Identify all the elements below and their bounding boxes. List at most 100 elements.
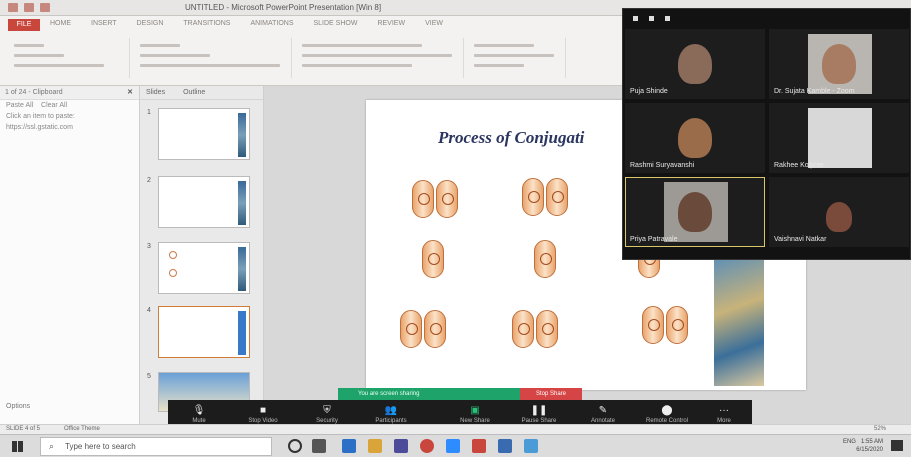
- app-icon[interactable]: [524, 439, 538, 453]
- clipboard-hint: Click an item to paste:: [6, 113, 75, 120]
- options-button[interactable]: Options: [6, 403, 30, 410]
- clipboard-actions: Paste All Clear All: [0, 100, 139, 111]
- slide-title[interactable]: Process of Conjugati: [438, 128, 584, 148]
- conjugation-cell-image: [512, 310, 534, 348]
- participant-name: Puja Shinde: [630, 88, 668, 95]
- minimize-icon[interactable]: [633, 16, 638, 21]
- tab-outline[interactable]: Outline: [183, 89, 205, 96]
- undo-icon[interactable]: [24, 3, 34, 12]
- redo-icon[interactable]: [40, 3, 50, 12]
- zoom-level[interactable]: 52%: [874, 426, 886, 432]
- tab-view[interactable]: VIEW: [425, 20, 443, 27]
- tab-design[interactable]: DESIGN: [137, 20, 164, 27]
- participants-icon: 👥: [384, 405, 398, 416]
- tab-slides[interactable]: Slides: [146, 89, 165, 96]
- save-icon[interactable]: [8, 3, 18, 12]
- slide-thumbnail-selected[interactable]: 4: [147, 306, 250, 358]
- close-icon[interactable]: ✕: [127, 88, 133, 96]
- tab-insert[interactable]: INSERT: [91, 20, 117, 27]
- tab-home[interactable]: HOME: [50, 20, 71, 27]
- clipboard-header: 1 of 24 - Clipboard ✕: [0, 86, 139, 100]
- window-title: UNTITLED - Microsoft PowerPoint Presenta…: [185, 3, 382, 12]
- search-placeholder: Type here to search: [65, 442, 136, 451]
- participant-tile[interactable]: Rakhee Kolpote: [769, 103, 909, 173]
- slide-thumbnail[interactable]: 2: [147, 176, 250, 228]
- participant-name: Rakhee Kolpote: [774, 162, 824, 169]
- conjugation-cell-image: [400, 310, 422, 348]
- clock-date: 6/15/2020: [856, 447, 883, 453]
- participant-video: [678, 44, 712, 84]
- slide-side-image: [714, 256, 764, 386]
- theme-name: Office Theme: [64, 426, 100, 432]
- participant-video: [678, 118, 712, 158]
- zoom-window-controls: [623, 9, 911, 29]
- participant-tile[interactable]: Dr. Sujata Kamble - Zoom: [769, 29, 909, 99]
- shield-icon: ⛨: [323, 405, 331, 416]
- slide-number: 3: [147, 243, 151, 250]
- clipboard-title: 1 of 24 - Clipboard: [5, 89, 63, 96]
- participant-video: [678, 192, 712, 232]
- conjugation-cell-image: [642, 306, 664, 344]
- conjugation-cell-image: [534, 240, 556, 278]
- notifications-icon[interactable]: [891, 440, 903, 451]
- conjugation-cell-image: [412, 180, 434, 218]
- tab-slide-show[interactable]: SLIDE SHOW: [314, 20, 358, 27]
- annotate-icon: ✎: [598, 405, 608, 416]
- chrome-icon[interactable]: [420, 439, 434, 453]
- slide-number: 1: [147, 109, 151, 116]
- more-icon: ···: [719, 405, 729, 416]
- participant-tile[interactable]: Rashmi Suryavanshi: [625, 103, 765, 173]
- clear-all-button[interactable]: Clear All: [41, 102, 67, 109]
- participant-name: Dr. Sujata Kamble - Zoom: [774, 88, 855, 95]
- ribbon-tabs: HOME INSERT DESIGN TRANSITIONS ANIMATION…: [50, 20, 443, 27]
- tab-animations[interactable]: ANIMATIONS: [250, 20, 293, 27]
- powerpoint-icon[interactable]: [472, 439, 486, 453]
- paste-all-button[interactable]: Paste All: [6, 102, 33, 109]
- paragraph-group[interactable]: [466, 38, 566, 78]
- zoom-app-icon[interactable]: [446, 439, 460, 453]
- slide-thumbnail[interactable]: 3: [147, 242, 250, 294]
- slide-number: 4: [147, 307, 151, 314]
- clipboard-panel: 1 of 24 - Clipboard ✕ Paste All Clear Al…: [0, 86, 140, 424]
- zoom-gallery-window: Puja Shinde Dr. Sujata Kamble - Zoom Ras…: [622, 8, 911, 260]
- windows-taskbar: ⌕ Type here to search ENG 1:55 AM 6/15/2…: [0, 434, 911, 457]
- participant-tile-active-speaker[interactable]: Priya Patravale: [625, 177, 765, 247]
- task-view-icon[interactable]: [312, 439, 326, 453]
- conjugation-cell-image: [436, 180, 458, 218]
- conjugation-cell-image: [424, 310, 446, 348]
- quick-access-toolbar[interactable]: [8, 3, 118, 13]
- slides-group[interactable]: [132, 38, 292, 78]
- file-explorer-icon[interactable]: [368, 439, 382, 453]
- system-tray[interactable]: ENG 1:55 AM 6/15/2020: [843, 438, 883, 454]
- taskbar-search-input[interactable]: ⌕ Type here to search: [40, 437, 272, 456]
- word-icon[interactable]: [498, 439, 512, 453]
- clipboard-group[interactable]: [10, 38, 130, 78]
- search-icon: ⌕: [49, 441, 55, 451]
- file-tab[interactable]: FILE: [8, 19, 40, 31]
- clipboard-item[interactable]: https://ssl.gstatic.com: [0, 122, 139, 133]
- participant-tile[interactable]: Puja Shinde: [625, 29, 765, 99]
- cortana-icon[interactable]: [288, 439, 302, 453]
- store-icon[interactable]: [394, 439, 408, 453]
- windows-start-icon[interactable]: [12, 441, 23, 452]
- sharing-status-text: You are screen sharing: [358, 391, 420, 397]
- conjugation-cell-image: [666, 306, 688, 344]
- font-group[interactable]: [294, 38, 464, 78]
- clock-time: 1:55 AM: [860, 439, 883, 445]
- grid-view-icon[interactable]: [649, 16, 654, 21]
- participant-name: Priya Patravale: [630, 236, 678, 243]
- slide-indicator: SLIDE 4 of 5: [6, 426, 41, 432]
- tab-transitions[interactable]: TRANSITIONS: [183, 20, 230, 27]
- conjugation-cell-image: [522, 178, 544, 216]
- conjugation-cell-image: [536, 310, 558, 348]
- status-bar: SLIDE 4 of 5 Office Theme 52%: [0, 424, 911, 434]
- share-icon: ▣: [470, 405, 480, 416]
- edge-icon[interactable]: [342, 439, 356, 453]
- ribbon-groups: [10, 38, 610, 80]
- slide-thumbnails-panel: Slides Outline 1 2 3 4 5: [140, 86, 264, 424]
- participant-name: Vaishnavi Natkar: [774, 236, 827, 243]
- slide-thumbnail[interactable]: 1: [147, 108, 250, 160]
- tab-review[interactable]: REVIEW: [377, 20, 405, 27]
- participant-tile[interactable]: Vaishnavi Natkar: [769, 177, 909, 247]
- slide-number: 2: [147, 177, 151, 184]
